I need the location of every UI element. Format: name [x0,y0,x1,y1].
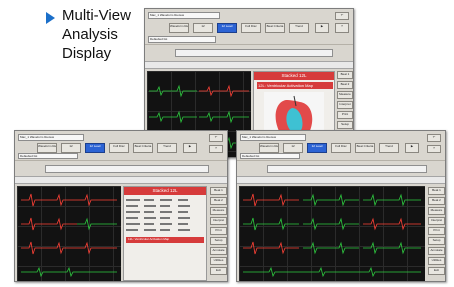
help-icon[interactable]: ? [427,145,441,153]
toolbar-trend[interactable]: Trend [379,143,399,153]
patient-field[interactable]: Defaulted list [240,153,300,159]
toolbar-waveform-review[interactable]: Waveform Review [169,23,189,33]
measurement-panel: Stacked 12L 12L: Ventricular Activation … [123,186,207,281]
playback-bar [145,46,353,61]
caption-line-2: Analysis [62,26,118,43]
waveform-grid [239,186,425,281]
ecg-traces [243,193,421,278]
panel-subtitle: 12L: Ventricular Activation Map [257,82,333,89]
timeline-track[interactable] [175,49,333,57]
side-button-print[interactable]: Print [210,227,227,235]
timeline-track[interactable] [267,165,427,173]
side-button-setup[interactable]: Setup [210,237,227,245]
play-button[interactable]: ▶ [405,143,419,153]
title-bar: Mac_1 Waveform Review ↶ Waveform Review … [237,131,445,161]
side-button-utilities[interactable]: Utilities [210,257,227,265]
help-icon[interactable]: ? [209,145,223,153]
side-button-interpret[interactable]: Interpret [428,217,445,225]
playback-bar [15,162,227,176]
screen-right: Mac_1 Waveform Review ↶ Waveform Review … [236,130,446,282]
toolbar-12[interactable]: 12 [193,23,213,33]
toolbar-12[interactable]: 12 [61,143,81,153]
close-icon[interactable]: ↶ [335,12,349,20]
side-button-measure[interactable]: Measure [337,91,353,99]
side-button-beat-1[interactable]: Beat 1 [210,187,227,195]
activation-map-label: 12L: Ventricular Activation Map [127,237,181,243]
window-title: Mac_1 Waveform Review [240,134,306,141]
window-title: Mac_1 Waveform Review [18,134,84,141]
title-bar: Mac_1 Waveform Review ↶ Waveform Review … [15,131,227,161]
side-button-utilities[interactable]: Utilities [428,257,445,265]
patient-field[interactable]: Defaulted list [148,36,216,43]
side-button-beat-1[interactable]: Beat 1 [428,187,445,195]
side-button-exit[interactable]: Exit [428,267,445,275]
side-button-measure[interactable]: Measure [210,207,227,215]
toolbar-beat-criteria[interactable]: Beat Criteria [133,143,153,153]
toolbar-12-lead[interactable]: 12 Lead [85,143,105,153]
toolbar-full-disc[interactable]: Full Disc [331,143,351,153]
play-button[interactable]: ▶ [315,23,329,33]
toolbar-12-lead[interactable]: 12 Lead [217,23,237,33]
side-button-annotate[interactable]: Annotate [210,247,227,255]
side-button-beat-1[interactable]: Beat 1 [337,71,353,79]
marker-bar [15,176,227,184]
panel-title: Stacked 12L [254,72,334,80]
side-button-print[interactable]: Print [337,111,353,119]
close-icon[interactable]: ↶ [209,134,223,142]
side-button-beat-2[interactable]: Beat 2 [428,197,445,205]
side-button-print[interactable]: Print [428,227,445,235]
toolbar-waveform-review[interactable]: Waveform Review [259,143,279,153]
toolbar-waveform-review[interactable]: Waveform Review [37,143,57,153]
patient-field[interactable]: Defaulted list [18,153,78,159]
side-button-measure[interactable]: Measure [428,207,445,215]
toolbar-full-disc[interactable]: Full Disc [109,143,129,153]
side-button-beat-2[interactable]: Beat 2 [337,81,353,89]
side-button-setup[interactable]: Setup [337,121,353,129]
side-button-beat-2[interactable]: Beat 2 [210,197,227,205]
toolbar-beat-criteria[interactable]: Beat Criteria [265,23,285,33]
timeline-track[interactable] [45,165,209,173]
toolbar-12-lead[interactable]: 12 Lead [307,143,327,153]
caption-line-1: Multi-View [62,7,131,24]
toolbar-12[interactable]: 12 [283,143,303,153]
caption-line-3: Display [62,45,112,62]
toolbar-trend[interactable]: Trend [157,143,177,153]
playback-bar [237,162,445,176]
screen-left: Mac_1 Waveform Review ↶ Waveform Review … [14,130,228,282]
play-button[interactable]: ▶ [183,143,197,153]
waveform-grid [17,186,121,281]
help-icon[interactable]: ? [335,23,349,33]
title-bar: Mac_1 Waveform Review ↶ Waveform Review … [145,9,353,45]
side-button-interpret[interactable]: Interpret [337,101,353,109]
bullet-arrow-icon [46,12,55,24]
window-title: Mac_1 Waveform Review [148,12,220,19]
toolbar-beat-criteria[interactable]: Beat Criteria [355,143,375,153]
panel-title: Stacked 12L [124,187,206,195]
side-button-annotate[interactable]: Annotate [428,247,445,255]
side-button-setup[interactable]: Setup [428,237,445,245]
toolbar-trend[interactable]: Trend [289,23,309,33]
side-button-exit[interactable]: Exit [210,267,227,275]
close-icon[interactable]: ↶ [427,134,441,142]
marker-bar [145,61,353,69]
toolbar-full-disc[interactable]: Full Disc [241,23,261,33]
ecg-traces [21,193,117,278]
marker-bar [237,176,445,184]
side-button-interpret[interactable]: Interpret [210,217,227,225]
